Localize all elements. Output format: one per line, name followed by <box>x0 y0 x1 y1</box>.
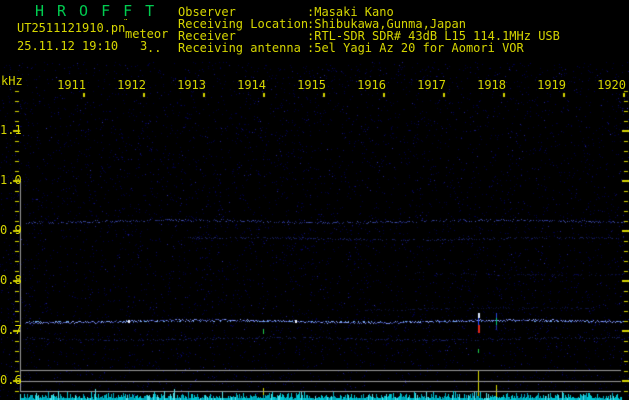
field-label-antenna: Receiving antenna <box>178 41 301 55</box>
y-tick-label: 0.7 <box>0 323 22 337</box>
field-value-antenna: :5el Yagi Az 20 for Aomori VOR <box>307 41 524 55</box>
output-filename: UT2511121910.pn <box>17 21 126 35</box>
x-tick-label: 1912 <box>117 78 146 92</box>
x-tick-label: 1917 <box>417 78 446 92</box>
x-tick-label: 1919 <box>537 78 566 92</box>
x-tick-label: 1915 <box>297 78 326 92</box>
y-tick-label: 1.1 <box>0 123 22 137</box>
y-tick-label: 1.0 <box>0 173 22 187</box>
x-tick-label: 1914 <box>237 78 266 92</box>
x-tick-label: 1920 <box>597 78 626 92</box>
echo-count-suffix: .. <box>147 41 162 55</box>
x-tick-label: 1916 <box>357 78 386 92</box>
hrofft-screen: HROFFT UT2511121910.pn ¨ meteor 25.11.12… <box>0 0 629 400</box>
observation-datetime: 25.11.12 19:10 <box>17 39 119 53</box>
y-tick-label: 0.8 <box>0 273 22 287</box>
y-axis-unit-label: kHz <box>1 74 23 88</box>
spectrogram-canvas <box>0 0 629 400</box>
y-tick-label: 0.9 <box>0 223 22 237</box>
y-tick-label: 0.6 <box>0 373 22 387</box>
app-title: HROFFT <box>35 2 168 20</box>
x-tick-label: 1911 <box>57 78 86 92</box>
x-tick-label: 1918 <box>477 78 506 92</box>
x-tick-label: 1913 <box>177 78 206 92</box>
